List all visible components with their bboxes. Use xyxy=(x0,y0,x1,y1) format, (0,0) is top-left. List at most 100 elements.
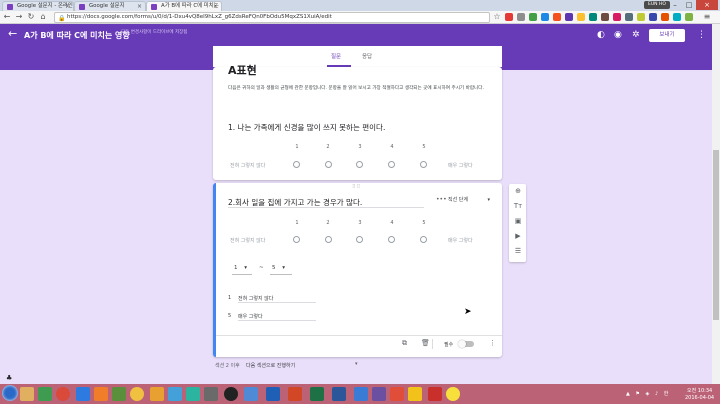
settings-gear-icon[interactable]: ✲ xyxy=(632,30,640,40)
extension-icon[interactable] xyxy=(577,13,585,21)
taskbar-clock-date[interactable]: 2016-04-04 xyxy=(685,395,714,401)
taskbar-app-icon[interactable] xyxy=(94,387,108,401)
question-1-title[interactable]: 1. 나는 가족에게 신경을 많이 쓰지 못하는 편이다. xyxy=(228,122,385,133)
extension-icon[interactable] xyxy=(589,13,597,21)
extension-icon[interactable] xyxy=(565,13,573,21)
bookmark-star-icon[interactable]: ☆ xyxy=(492,12,502,22)
add-image-icon[interactable]: ▣ xyxy=(513,217,523,225)
scale-radio[interactable] xyxy=(325,236,332,243)
taskbar-app-icon[interactable] xyxy=(112,387,126,401)
active-question-card[interactable] xyxy=(213,183,502,357)
user-profile-chip[interactable]: EUN HO xyxy=(644,1,670,9)
taskbar-app-icon[interactable] xyxy=(354,387,368,401)
taskbar-app-icon[interactable] xyxy=(130,387,144,401)
extension-icon[interactable] xyxy=(613,13,621,21)
add-title-icon[interactable]: Tт xyxy=(513,202,523,210)
scale-radio[interactable] xyxy=(420,161,427,168)
taskbar-excel-icon[interactable] xyxy=(310,387,324,401)
close-tab-icon[interactable]: × xyxy=(137,2,142,11)
taskbar-app-icon[interactable] xyxy=(168,387,182,401)
tab-responses[interactable]: 응답 xyxy=(362,52,372,60)
system-tray-icons[interactable]: ▲ ⚑ ◈ ♪ 한 xyxy=(626,390,670,397)
drag-handle-icon[interactable]: ⠿⠿ xyxy=(352,184,361,190)
extension-icon[interactable] xyxy=(673,13,681,21)
extension-icon[interactable] xyxy=(517,13,525,21)
more-vert-icon[interactable]: ⋮ xyxy=(489,339,496,347)
scrollbar-thumb[interactable] xyxy=(713,150,719,320)
close-tab-icon[interactable]: × xyxy=(213,2,218,11)
taskbar-app-icon[interactable] xyxy=(204,387,218,401)
close-tab-icon[interactable]: × xyxy=(65,2,70,11)
section-title[interactable]: A표현 xyxy=(228,62,257,78)
chrome-menu-icon[interactable]: ≡ xyxy=(702,12,712,22)
extension-icon[interactable] xyxy=(661,13,669,21)
extension-icon[interactable] xyxy=(529,13,537,21)
scale-radio[interactable] xyxy=(420,236,427,243)
scale-radio[interactable] xyxy=(388,161,395,168)
extension-icon[interactable] xyxy=(553,13,561,21)
extension-icon[interactable] xyxy=(541,13,549,21)
start-button[interactable] xyxy=(2,385,18,401)
extension-icon[interactable] xyxy=(685,13,693,21)
taskbar-app-icon[interactable] xyxy=(186,387,200,401)
taskbar-app-icon[interactable] xyxy=(150,387,164,401)
add-question-icon[interactable]: ⊕ xyxy=(513,187,523,195)
extension-icon[interactable] xyxy=(505,13,513,21)
taskbar-chrome-icon[interactable] xyxy=(56,387,70,401)
taskbar-outlook-icon[interactable] xyxy=(266,387,280,401)
scale-radio[interactable] xyxy=(356,161,363,168)
tab-questions[interactable]: 질문 xyxy=(331,52,341,60)
taskbar-app-icon[interactable] xyxy=(38,387,52,401)
scale-radio[interactable] xyxy=(293,236,300,243)
browser-tab-1[interactable]: Google 설문지 - 온라인 × xyxy=(2,1,74,11)
taskbar-app-icon[interactable] xyxy=(224,387,238,401)
taskbar-app-icon[interactable] xyxy=(244,387,258,401)
taskbar-app-icon[interactable] xyxy=(408,387,422,401)
palette-icon[interactable]: ◐ xyxy=(597,30,605,40)
add-video-icon[interactable]: ▶ xyxy=(513,232,523,240)
more-options-icon[interactable]: ⋮ xyxy=(697,30,706,40)
taskbar-app-icon[interactable] xyxy=(76,387,90,401)
extension-icon[interactable] xyxy=(625,13,633,21)
min-label-input[interactable]: 전혀 그렇지 않다 xyxy=(238,295,273,302)
preview-eye-icon[interactable]: ◉ xyxy=(614,30,622,40)
duplicate-icon[interactable]: ⧉ xyxy=(402,339,407,348)
maximize-window-icon[interactable]: □ xyxy=(682,0,696,10)
taskbar-kakaotalk-icon[interactable] xyxy=(446,387,460,401)
url-input[interactable]: 🔒 https://docs.google.com/forms/u/0/d/1-… xyxy=(54,12,490,23)
scale-radio[interactable] xyxy=(325,161,332,168)
after-section-select[interactable]: 다음 섹션으로 진행하기 xyxy=(246,362,295,369)
required-toggle-knob[interactable] xyxy=(458,340,466,348)
delete-trash-icon[interactable]: 🗑 xyxy=(421,339,430,347)
reload-icon[interactable]: ↻ xyxy=(26,12,36,22)
back-arrow-icon[interactable]: ← xyxy=(8,27,17,40)
extension-icon[interactable] xyxy=(649,13,657,21)
add-section-icon[interactable]: ☰ xyxy=(513,247,523,255)
extension-icon[interactable] xyxy=(637,13,645,21)
scale-radio[interactable] xyxy=(293,161,300,168)
minimize-window-icon[interactable]: – xyxy=(668,0,682,10)
taskbar-word-icon[interactable] xyxy=(332,387,346,401)
back-icon[interactable]: ← xyxy=(2,12,12,22)
scale-min-select[interactable]: 1 ▾ xyxy=(234,265,247,271)
scale-radio[interactable] xyxy=(388,236,395,243)
close-window-icon[interactable]: × xyxy=(696,0,718,10)
scale-max-select[interactable]: 5 ▾ xyxy=(272,265,285,271)
dropdown-caret-icon[interactable]: ▾ xyxy=(355,361,358,367)
max-label-input[interactable]: 매우 그렇다 xyxy=(238,313,263,320)
taskbar-app-icon[interactable] xyxy=(428,387,442,401)
scale-radio[interactable] xyxy=(356,236,363,243)
form-title[interactable]: A가 B에 따라 C에 미치는 영향 xyxy=(24,30,130,41)
home-icon[interactable]: ⌂ xyxy=(38,12,48,22)
forward-icon[interactable]: → xyxy=(14,12,24,22)
extension-icon[interactable] xyxy=(601,13,609,21)
browser-tab-3-active[interactable]: A가 B에 따라 C에 미치는 × xyxy=(146,1,222,11)
send-button[interactable]: 보내기 xyxy=(649,29,685,42)
browser-tab-2[interactable]: Google 설문지 × xyxy=(74,1,146,11)
taskbar-powerpoint-icon[interactable] xyxy=(288,387,302,401)
taskbar-clock-time[interactable]: 오전 10:34 xyxy=(687,387,712,394)
taskbar-app-icon[interactable] xyxy=(390,387,404,401)
taskbar-app-icon[interactable] xyxy=(20,387,34,401)
section-description[interactable]: 다음은 귀하의 일과 생활의 균형에 관한 문항입니다. 문항을 잘 읽어 보시… xyxy=(228,86,490,93)
taskbar-app-icon[interactable] xyxy=(372,387,386,401)
